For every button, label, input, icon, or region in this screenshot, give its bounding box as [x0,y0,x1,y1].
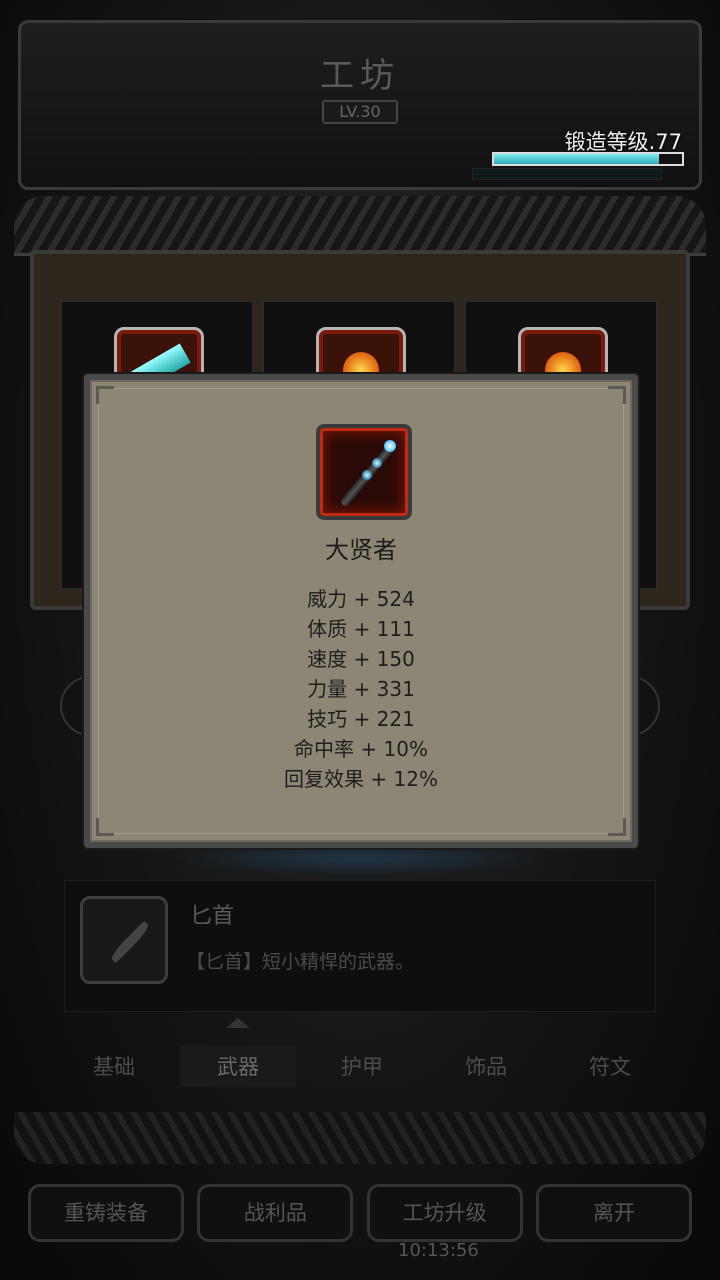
stat-speed: 速度 + 150 [307,647,415,671]
item-name: 匕首 [190,904,235,929]
ornate-frame-top [14,196,706,256]
dagger-icon[interactable] [80,896,168,984]
tooltip-corner [608,386,626,404]
tab-armor[interactable]: 护甲 [304,1051,420,1081]
leave-button[interactable]: 离开 [535,1184,692,1242]
active-tab-marker [226,1018,250,1028]
item-tooltip[interactable]: 大贤者 威力 + 524 体质 + 111 速度 + 150 力量 + 331 … [84,374,638,848]
tooltip-item-name: 大贤者 [325,536,397,564]
tab-accessory[interactable]: 饰品 [428,1051,544,1081]
tab-basic[interactable]: 基础 [56,1051,172,1081]
tab-weapon[interactable]: 武器 [180,1045,296,1087]
stat-list: 威力 + 524 体质 + 111 速度 + 150 力量 + 331 技巧 +… [90,584,632,794]
upgrade-workshop-button[interactable]: 工坊升级 [366,1184,523,1242]
page-title: 工坊 [320,56,400,96]
stat-strength: 力量 + 331 [307,677,415,701]
action-buttons: 重铸装备 战利品 工坊升级 离开 [28,1184,692,1244]
forge-progress-bar [492,152,684,166]
stat-power: 威力 + 524 [307,587,415,611]
secondary-progress-bar [472,168,662,180]
loot-button[interactable]: 战利品 [197,1184,354,1242]
category-tabs: 基础 武器 护甲 饰品 符文 [56,1030,668,1102]
tab-rune[interactable]: 符文 [552,1051,668,1081]
stat-skill: 技巧 + 221 [307,707,415,731]
workshop-level-badge: LV.30 [322,100,398,124]
reforge-button[interactable]: 重铸装备 [28,1184,184,1242]
stat-hit-rate: 命中率 + 10% [294,737,428,761]
forge-progress-fill [494,154,660,164]
stat-recovery: 回复效果 + 12% [284,767,438,791]
tooltip-corner [608,818,626,836]
tooltip-corner [96,386,114,404]
clock: 10:13:56 [398,1240,479,1261]
tooltip-corner [96,818,114,836]
item-description: 【匕首】短小精悍的武器。 [186,951,415,973]
staff-icon [316,424,412,520]
ornate-frame-bottom [14,1112,706,1164]
stat-constitution: 体质 + 111 [307,617,415,641]
